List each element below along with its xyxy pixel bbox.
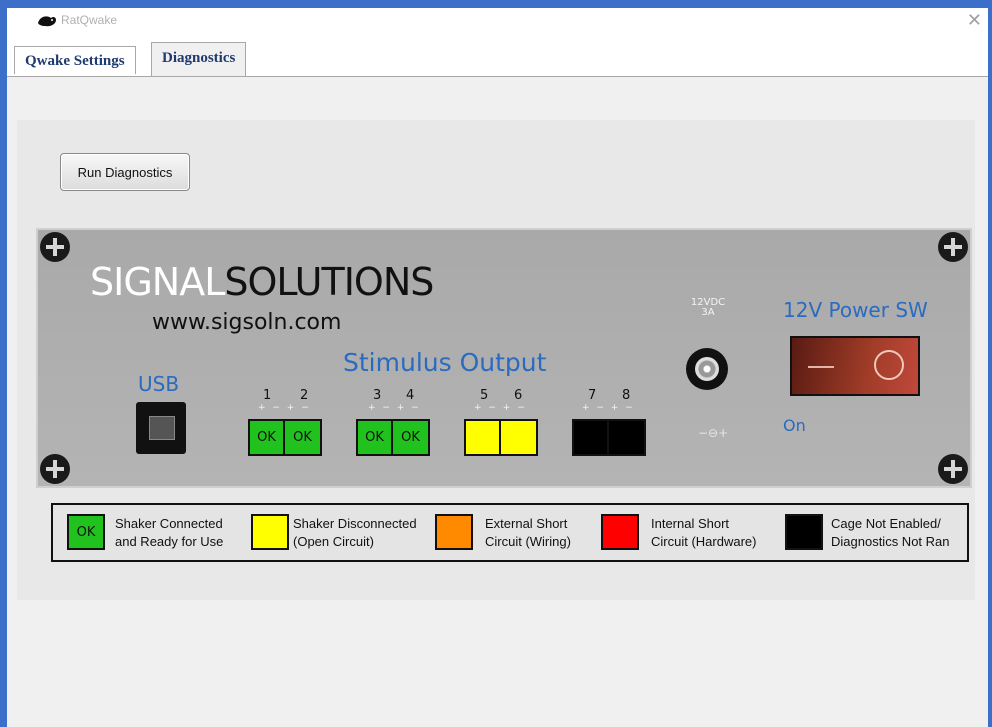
usb-port-icon xyxy=(136,402,186,454)
switch-off-mark xyxy=(808,366,834,368)
channel-pair-1-2: OK OK xyxy=(248,419,322,456)
screw-icon xyxy=(40,232,70,262)
app-window: RatQwake ✕ Qwake Settings Diagnostics Ru… xyxy=(0,0,992,727)
legend-swatch-connected: OK xyxy=(67,514,105,550)
polarity-marks: + − + − xyxy=(368,403,421,413)
legend-swatch-not-enabled xyxy=(785,514,823,550)
brand-url: www.sigsoln.com xyxy=(152,310,342,335)
channel-number: 2 xyxy=(300,388,309,403)
channel-6-status xyxy=(501,421,536,454)
legend-line: Diagnostics Not Ran xyxy=(831,534,950,549)
channel-pair-7-8 xyxy=(572,419,646,456)
tab-strip: Qwake Settings Diagnostics xyxy=(7,38,988,77)
device-front-panel: SIGNALSOLUTIONS www.sigsoln.com Stimulus… xyxy=(36,228,972,488)
legend-line: Shaker Connected xyxy=(115,516,223,531)
stimulus-output-title: Stimulus Output xyxy=(343,348,547,377)
polarity-marks: + − + − xyxy=(474,403,527,413)
tab-diagnostics[interactable]: Diagnostics xyxy=(151,42,247,76)
status-legend: OK Shaker Connected and Ready for Use Sh… xyxy=(51,503,969,562)
legend-line: Shaker Disconnected xyxy=(293,516,417,531)
channel-5-status xyxy=(466,421,501,454)
screw-icon xyxy=(938,232,968,262)
window-border-left xyxy=(0,8,7,727)
channel-7-status xyxy=(574,421,609,454)
screw-icon xyxy=(938,454,968,484)
channel-number: 3 xyxy=(373,388,382,403)
channel-2-status: OK xyxy=(285,421,320,454)
window-title: RatQwake xyxy=(61,13,118,27)
brand-logo: SIGNALSOLUTIONS xyxy=(90,260,434,304)
channel-number: 1 xyxy=(263,388,272,403)
rat-app-icon xyxy=(38,16,56,27)
tab-qwake-settings[interactable]: Qwake Settings xyxy=(14,46,136,74)
channel-3-status: OK xyxy=(358,421,393,454)
channel-number: 7 xyxy=(588,388,597,403)
usb-label: USB xyxy=(138,372,180,396)
channel-4-status: OK xyxy=(393,421,428,454)
channel-number: 4 xyxy=(406,388,415,403)
channel-number: 6 xyxy=(514,388,523,403)
legend-text-disconnected: Shaker Disconnected (Open Circuit) xyxy=(293,515,417,551)
power-switch-icon xyxy=(790,336,920,396)
channel-8-status xyxy=(609,421,644,454)
legend-line: (Open Circuit) xyxy=(293,534,374,549)
legend-text-not-enabled: Cage Not Enabled/ Diagnostics Not Ran xyxy=(831,515,950,551)
polarity-marks: + − + − xyxy=(582,403,635,413)
window-border-top xyxy=(0,0,992,8)
on-label: On xyxy=(783,416,806,435)
channel-1-status: OK xyxy=(250,421,285,454)
brand-solutions: SOLUTIONS xyxy=(224,260,434,304)
legend-text-external-short: External Short Circuit (Wiring) xyxy=(485,515,571,551)
close-icon[interactable]: ✕ xyxy=(967,10,982,31)
polarity-marks: + − + − xyxy=(258,403,311,413)
legend-line: External Short xyxy=(485,516,568,531)
power-switch-label: 12V Power SW xyxy=(783,298,928,322)
legend-line: Circuit (Wiring) xyxy=(485,534,571,549)
channel-number: 8 xyxy=(622,388,631,403)
legend-swatch-internal-short xyxy=(601,514,639,550)
run-diagnostics-button[interactable]: Run Diagnostics xyxy=(60,153,190,191)
legend-line: and Ready for Use xyxy=(115,534,224,549)
channel-number: 5 xyxy=(480,388,489,403)
legend-line: Cage Not Enabled/ xyxy=(831,516,941,531)
legend-line: Internal Short xyxy=(651,516,730,531)
dc-rating-label: 12VDC 3A xyxy=(688,298,728,318)
screw-icon xyxy=(40,454,70,484)
channel-pair-3-4: OK OK xyxy=(356,419,430,456)
legend-swatch-external-short xyxy=(435,514,473,550)
dc-current: 3A xyxy=(701,307,715,318)
channel-pair-5-6 xyxy=(464,419,538,456)
legend-text-internal-short: Internal Short Circuit (Hardware) xyxy=(651,515,756,551)
switch-on-mark xyxy=(874,350,904,380)
legend-line: Circuit (Hardware) xyxy=(651,534,757,549)
polarity-symbol-icon: −⊖+ xyxy=(698,426,729,440)
brand-signal: SIGNAL xyxy=(90,260,225,304)
dc-power-jack-icon xyxy=(686,348,728,390)
legend-swatch-disconnected xyxy=(251,514,289,550)
title-bar: RatQwake ✕ xyxy=(7,8,988,38)
legend-text-connected: Shaker Connected and Ready for Use xyxy=(115,515,223,551)
window-border-right xyxy=(988,8,992,727)
